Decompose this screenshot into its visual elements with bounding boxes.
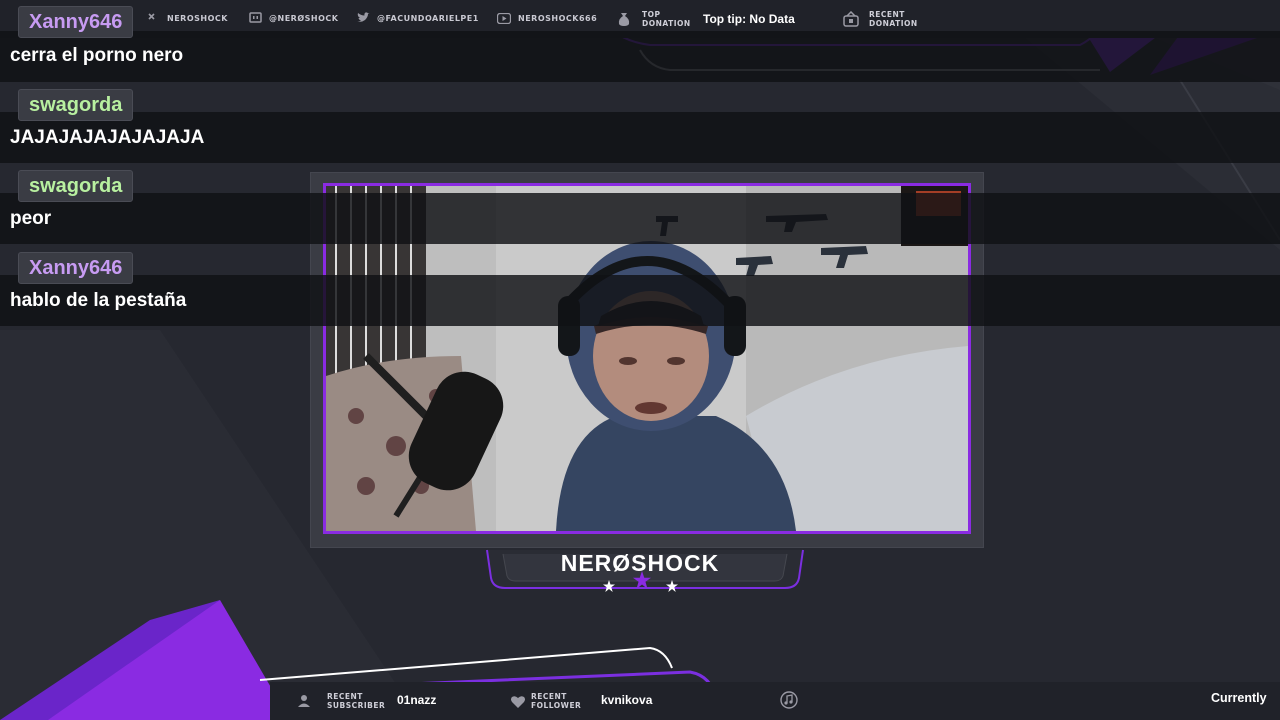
chat-username[interactable]: swagorda — [18, 170, 134, 202]
social-label: NEROSHOCK666 — [518, 13, 598, 23]
star-icon — [603, 577, 615, 596]
social-twitch[interactable]: @NERØSHOCK — [248, 11, 338, 25]
chat-message-text: cerra el porno nero — [10, 45, 184, 66]
person-icon — [146, 11, 160, 25]
subscriber-icon — [297, 693, 311, 712]
top-donation-value: Top tip: No Data — [703, 12, 795, 26]
social-twitter[interactable]: @FACUNDOARIELPE1 — [356, 11, 479, 25]
social-label: @FACUNDOARIELPE1 — [377, 13, 479, 23]
twitch-icon — [248, 11, 262, 25]
chat-message-text: JAJAJAJAJAJAJAJA — [10, 127, 205, 148]
star-icon — [633, 571, 651, 593]
youtube-icon — [497, 11, 511, 25]
chat-message-bar — [0, 275, 1280, 326]
social-label: @NERØSHOCK — [269, 13, 339, 23]
piggy-bank-icon — [843, 10, 859, 31]
chat-message-bar — [0, 193, 1280, 244]
recent-follower-value: kvnikova — [601, 693, 653, 707]
twitter-icon — [356, 11, 370, 25]
chat-username[interactable]: Xanny646 — [18, 252, 134, 284]
now-playing-text: Currently — [1211, 691, 1267, 705]
chat-message-text: hablo de la pestaña — [10, 290, 187, 311]
chat-username[interactable]: swagorda — [18, 89, 134, 121]
recent-follower-label: RECENT FOLLOWER — [531, 692, 582, 710]
chat-message-text: peor — [10, 208, 52, 229]
social-neroshock[interactable]: NEROSHOCK — [146, 11, 228, 25]
social-label: NEROSHOCK — [167, 13, 228, 23]
star-icon — [666, 577, 678, 596]
top-donation-label: TOP DONATION — [642, 10, 691, 28]
recent-subscriber-label: RECENT SUBSCRIBER — [327, 692, 386, 710]
recent-subscriber-value: 01nazz — [397, 693, 437, 707]
heart-icon — [510, 694, 526, 713]
recent-donation-label: RECENT DONATION — [869, 10, 918, 28]
music-note-icon — [780, 691, 798, 713]
chat-message-bar — [0, 31, 1280, 82]
chat-username[interactable]: Xanny646 — [18, 6, 134, 38]
social-youtube[interactable]: NEROSHOCK666 — [497, 11, 597, 25]
donation-bag-icon — [617, 11, 631, 31]
